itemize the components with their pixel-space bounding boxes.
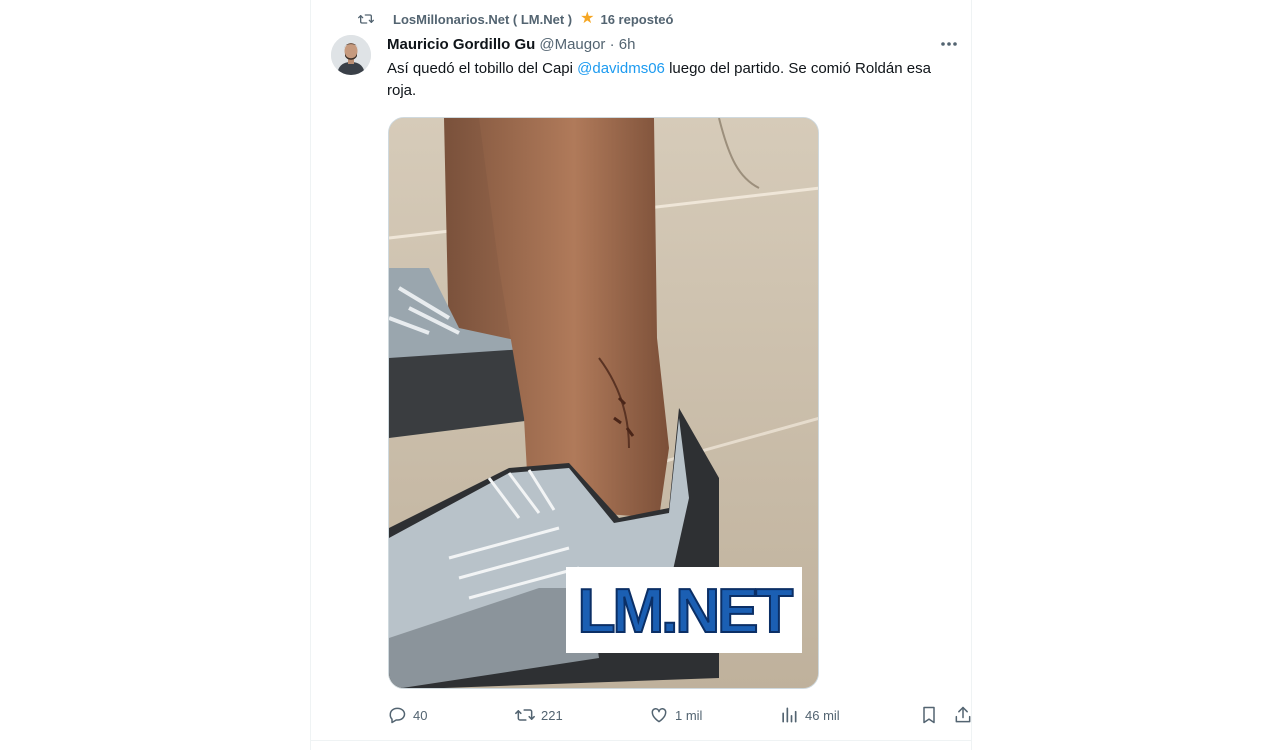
- like-count: 1 mil: [675, 707, 703, 723]
- tweet-text: Así quedó el tobillo del Capi @davidms06…: [387, 58, 947, 102]
- share-icon: [953, 705, 973, 725]
- heart-icon: [649, 705, 669, 725]
- retweet-button[interactable]: 221: [515, 703, 563, 727]
- author-name[interactable]: Mauricio Gordillo Gu: [387, 36, 535, 53]
- reply-button[interactable]: 40: [387, 703, 427, 727]
- tweet-header: Mauricio Gordillo Gu @Maugor · 6h: [387, 34, 635, 54]
- views-icon: [779, 705, 799, 725]
- reply-icon: [387, 705, 407, 725]
- views-count: 46 mil: [805, 707, 840, 723]
- share-button[interactable]: [953, 703, 973, 727]
- like-button[interactable]: 1 mil: [649, 703, 702, 727]
- avatar[interactable]: [331, 35, 371, 75]
- reply-count: 40: [413, 707, 428, 723]
- more-icon[interactable]: [937, 32, 961, 56]
- tweet-text-part1: Así quedó el tobillo del Capi: [387, 60, 578, 77]
- author-handle-time[interactable]: @Maugor · 6h: [539, 36, 635, 53]
- reposter-name[interactable]: LosMillonarios.Net ( LM.Net ): [393, 12, 572, 27]
- star-icon: ★: [580, 10, 595, 27]
- mention-link[interactable]: @davidms06: [577, 60, 665, 77]
- timeline-column: LosMillonarios.Net ( LM.Net ) ★ 16 repos…: [310, 0, 972, 750]
- retweet-icon: [515, 705, 535, 725]
- tweet-media-image[interactable]: LM.NET: [388, 117, 819, 689]
- tweet-actions: 40 221 1 mil 46 mil: [387, 703, 971, 727]
- retweet-count: 221: [541, 707, 563, 723]
- retweet-icon: [355, 9, 377, 29]
- bookmark-icon: [919, 705, 939, 725]
- divider: [311, 740, 971, 741]
- views-button[interactable]: 46 mil: [779, 703, 840, 727]
- bookmark-button[interactable]: [919, 703, 939, 727]
- repost-suffix: 16 reposteó: [600, 11, 674, 27]
- repost-context: LosMillonarios.Net ( LM.Net ) ★ 16 repos…: [355, 9, 673, 29]
- lm-net-watermark: LM.NET: [566, 567, 802, 653]
- watermark-text: LM.NET: [578, 577, 794, 646]
